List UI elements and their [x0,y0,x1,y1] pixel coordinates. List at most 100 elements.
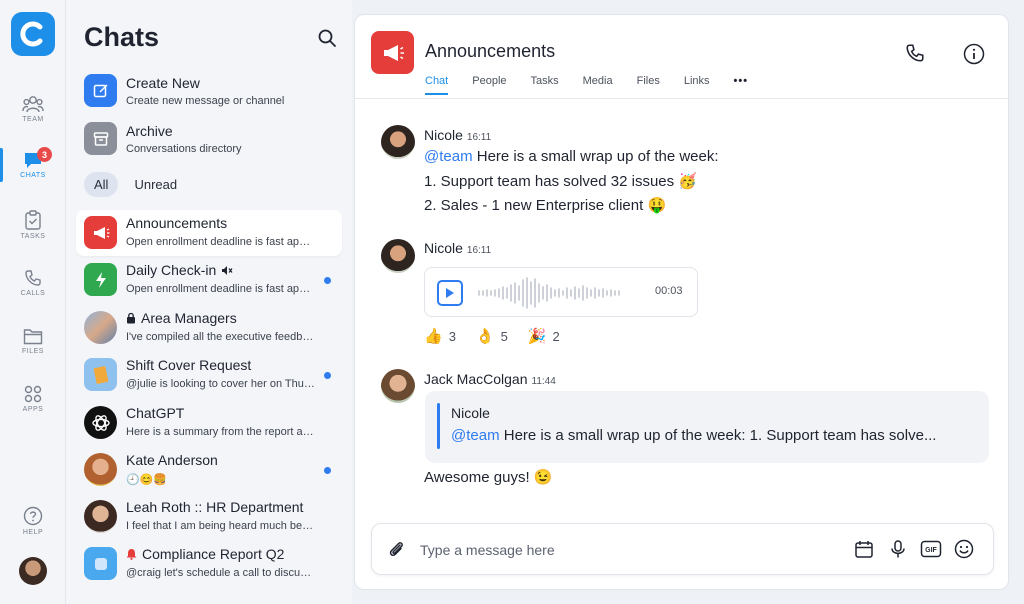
avatar[interactable] [381,369,415,403]
rail-tasks[interactable]: TASKS [0,202,66,248]
conversation-name: Area Managers [141,310,237,326]
archive-box-icon [84,122,117,155]
filter-unread[interactable]: Unread [124,172,187,197]
quoted-message[interactable]: Nicole @team Here is a small wrap up of … [425,391,989,463]
conversation-item-daily-check-in[interactable]: Daily Check-in Open enrollment deadline … [76,257,342,303]
conversation-item-compliance-report[interactable]: Compliance Report Q2 @craig let's schedu… [76,541,342,587]
rail-chats-label: CHATS [20,172,46,179]
conversation-name: Shift Cover Request [126,357,252,373]
conversation-item-kate-anderson[interactable]: Kate Anderson 🕘😊🍔 [76,447,342,493]
conversation-item-area-managers[interactable]: Area Managers I've compiled all the exec… [76,305,342,351]
message-author: Jack MacColgan 11:44 [424,371,556,387]
paperclip-icon [389,542,403,556]
profile-avatar[interactable] [19,557,47,585]
tab-people[interactable]: People [472,75,506,95]
chatgpt-logo-icon [84,406,117,439]
filter-all[interactable]: All [84,172,119,197]
voice-record-button[interactable] [888,539,908,564]
team-icon [22,96,44,113]
reaction-count: 3 [448,328,456,344]
apps-grid-icon [24,385,42,403]
tab-chat[interactable]: Chat [425,75,449,95]
call-button[interactable] [905,43,925,68]
attach-button[interactable] [386,539,406,564]
avatar[interactable] [381,125,415,159]
tab-tasks[interactable]: Tasks [531,75,559,95]
reaction-count: 2 [552,328,560,344]
tab-media[interactable]: Media [583,75,613,95]
reaction-ok-hand[interactable]: 👌 5 [476,327,508,345]
tab-more-button[interactable]: ••• [734,75,749,95]
gif-icon: GIF [920,540,942,558]
svg-text:GIF: GIF [925,547,937,554]
rail-tasks-label: TASKS [20,233,46,240]
conversation-preview: @craig let's schedule a call to discuss … [126,567,316,579]
message-input[interactable] [420,536,820,564]
channel-title: Announcements [425,41,556,61]
quote-bar [437,403,440,449]
message-line: 2. Sales - 1 new Enterprise client 🤑 [424,197,667,214]
rail-apps[interactable]: APPS [0,376,66,422]
conversation-name: ChatGPT [126,405,185,421]
info-button[interactable] [963,43,985,70]
reaction-count: 5 [500,328,508,344]
conversation-preview: @julie is looking to cover her on Thu 4-… [126,378,316,390]
author-name: Nicole [424,127,463,143]
archive-item[interactable]: Archive Conversations directory [84,122,334,162]
conversation-preview: Open enrollment deadline is fast appro..… [126,236,316,248]
phone-icon [906,44,924,62]
create-new-subtitle: Create new message or channel [126,95,285,107]
conversation-item-shift-cover-request[interactable]: Shift Cover Request @julie is looking to… [76,352,342,398]
tab-links[interactable]: Links [684,75,710,95]
chat-list-title: Chats [84,22,160,52]
conversation-name: Leah Roth :: HR Department [126,499,304,515]
create-new-title: Create New [126,75,200,91]
folder-icon [23,328,43,344]
reaction-emoji: 👌 [475,328,495,345]
reaction-thumbs-up[interactable]: 👍 3 [424,327,456,345]
conversation-name: Daily Check-in [126,262,217,278]
avatar [84,500,117,533]
smiley-icon [954,539,974,559]
chat-filters: All Unread [84,172,187,197]
schedule-button[interactable] [854,539,874,564]
megaphone-icon [383,44,404,61]
mention: @team [451,427,500,444]
emoji-button[interactable] [954,539,974,564]
search-button[interactable] [317,28,337,53]
message-time: 11:44 [531,376,556,387]
waveform [478,277,620,309]
conversation-item-chatgpt[interactable]: ChatGPT Here is a summary from the repor… [76,400,342,446]
channel-avatar [371,31,414,74]
microphone-icon [891,540,905,558]
create-new-item[interactable]: Create New Create new message or channel [84,74,334,114]
chat-panel: Announcements Chat People Tasks Media Fi… [354,14,1009,590]
muted-speaker-icon [222,265,233,275]
rail-chats[interactable]: 3 CHATS [0,142,66,188]
rail-team[interactable]: TEAM [0,86,66,132]
rail-files-label: FILES [22,347,44,355]
conversation-item-announcements[interactable]: Announcements Open enrollment deadline i… [76,210,342,256]
tab-files[interactable]: Files [637,75,660,95]
app-logo[interactable] [11,12,55,56]
conversation-preview: Open enrollment deadline is fast appro..… [126,283,316,295]
rail-calls[interactable]: CALLS [0,260,66,306]
message-author: Nicole 16:11 [424,127,491,143]
message-time: 16:11 [466,132,492,143]
message-line: 1. Support team has solved 32 issues 🥳 [424,173,697,190]
conversation-name: Compliance Report Q2 [142,546,285,562]
message-author: Nicole 16:11 [424,240,491,256]
rail-files[interactable]: FILES [0,318,66,364]
archive-subtitle: Conversations directory [126,143,242,155]
avatar[interactable] [381,239,415,273]
reaction-party-popper[interactable]: 🎉 2 [528,327,560,345]
chat-list-panel: Chats Create New Create new message or c… [66,0,352,604]
conversation-item-leah-roth[interactable]: Leah Roth :: HR Department I feel that I… [76,494,342,540]
lock-icon [127,312,135,324]
rail-help[interactable]: HELP [0,498,66,544]
conversation-name: Announcements [126,215,228,231]
reaction-emoji: 🎉 [527,328,547,345]
mention[interactable]: @team [424,148,473,165]
gif-button[interactable]: GIF [920,539,942,564]
play-button[interactable] [437,280,463,306]
